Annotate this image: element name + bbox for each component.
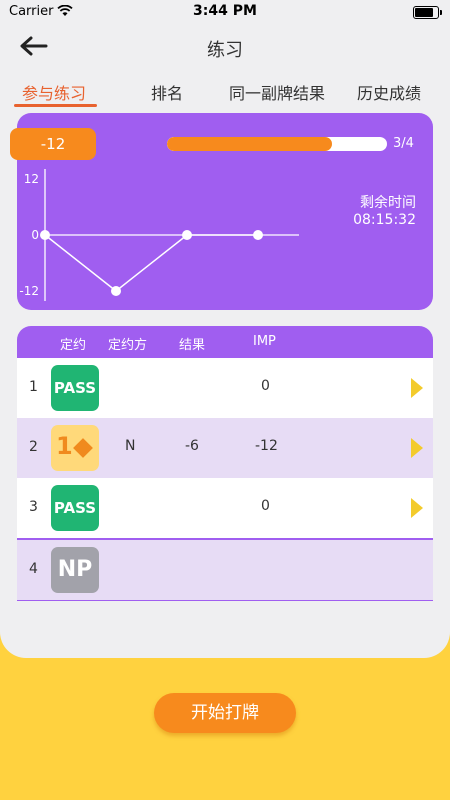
- tab-ranking[interactable]: 排名: [151, 80, 183, 104]
- y-tick-label: -12: [19, 284, 39, 298]
- header-contract: 定约: [60, 338, 87, 353]
- declarer-cell: N: [125, 438, 136, 454]
- data-point: [111, 286, 121, 296]
- contract-np-badge: NP: [51, 547, 99, 593]
- row-detail-arrow-icon[interactable]: [411, 438, 423, 458]
- contract-pass-badge: PASS: [51, 485, 99, 531]
- progress-bar-fill: [167, 137, 332, 151]
- row-number: 1: [29, 379, 38, 395]
- header-result: 结果: [179, 338, 206, 353]
- table-row-2[interactable]: 2 1 N -6 -12: [17, 418, 433, 478]
- table-row-3[interactable]: 3 PASS 0: [17, 478, 433, 538]
- data-point: [182, 230, 192, 240]
- status-bar: Carrier 3:44 PM: [0, 0, 450, 24]
- contract-level: 1: [56, 432, 73, 460]
- progress-bar: [167, 137, 387, 151]
- tab-participate[interactable]: 参与练习: [22, 80, 86, 104]
- diamond-suit-icon: [73, 438, 93, 458]
- score-line-chart: 12 0 -12: [19, 169, 299, 301]
- contract-bid-badge: 1: [51, 425, 99, 471]
- page-title: 练习: [207, 40, 243, 61]
- table-row-4: 4 NP: [17, 540, 433, 600]
- tab-same-deal-results[interactable]: 同一副牌结果: [229, 80, 325, 104]
- series-line: [44, 234, 258, 292]
- table-row-1[interactable]: 1 PASS 0: [17, 358, 433, 418]
- result-cell: -6: [185, 438, 199, 454]
- start-play-button[interactable]: 开始打牌: [154, 693, 296, 733]
- status-time: 3:44 PM: [193, 3, 257, 19]
- row-number: 3: [29, 499, 38, 515]
- row-detail-arrow-icon[interactable]: [411, 498, 423, 518]
- row-number: 2: [29, 439, 38, 455]
- header-declarer: 定约方: [108, 338, 148, 353]
- contract-pass-badge: PASS: [51, 365, 99, 411]
- timer-label: 剩余时间: [360, 195, 416, 211]
- timer-value: 08:15:32: [353, 212, 416, 228]
- score-badge: -12: [10, 128, 96, 160]
- tab-bar: 参与练习 排名 同一副牌结果 历史成绩: [0, 80, 450, 108]
- imp-cell: -12: [255, 438, 278, 454]
- active-tab-underline: [14, 104, 97, 107]
- header-imp: IMP: [253, 334, 276, 349]
- y-tick-label: 0: [31, 228, 39, 242]
- data-point: [40, 230, 50, 240]
- progress-text: 3/4: [393, 136, 414, 151]
- battery-icon: [413, 6, 442, 19]
- table-header: 定约 定约方 结果 IMP: [17, 326, 433, 360]
- imp-cell: 0: [261, 378, 270, 394]
- row-number: 4: [29, 561, 38, 577]
- row-detail-arrow-icon[interactable]: [411, 378, 423, 398]
- tab-history-scores[interactable]: 历史成绩: [357, 80, 421, 104]
- y-tick-label: 12: [24, 172, 39, 186]
- imp-cell: 0: [261, 498, 270, 514]
- data-point: [253, 230, 263, 240]
